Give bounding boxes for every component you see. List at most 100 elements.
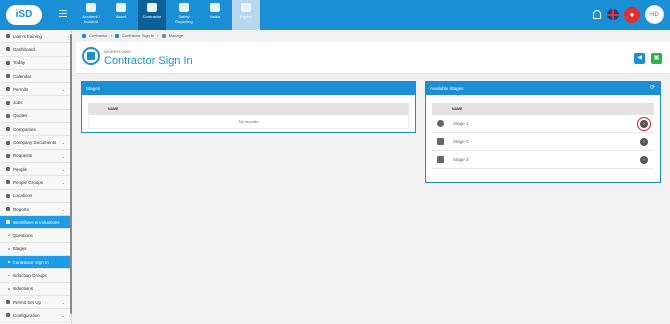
avatar[interactable]: HD [645,5,664,24]
uk-flag-icon[interactable] [607,9,619,20]
bell-icon[interactable] [593,10,601,19]
nav-tab-safety-reporting[interactable]: Safety Reporting [170,0,198,30]
nav-tab-label: Safety Reporting [175,14,193,24]
sidebar-item-label: Workflows & Inductions [13,219,60,225]
sidebar-item-inductions[interactable]: Inductions [0,283,71,296]
add-stage-button[interactable]: › [637,117,651,131]
sidebar-item-label: Stages [12,246,27,252]
sidebar-item-jobs[interactable]: Jobs [0,96,71,110]
sidebar-item-calendar[interactable]: Calendar [0,70,71,84]
isd-logo[interactable]: iSD [6,5,42,25]
chevron-icon[interactable]: ⌄ [62,180,65,185]
bullet-icon [8,261,10,263]
refresh-icon[interactable]: ⟳ [650,82,655,95]
chevron-icon[interactable]: ⌄ [62,300,65,305]
sidebar-item-stages[interactable]: Stages [0,243,71,257]
breadcrumb-separator: › [110,33,113,38]
chevron-icon[interactable]: ⌄ [62,313,65,318]
page-subtitle: WORKFLOWS [104,49,131,54]
safety-icon [179,3,189,12]
nav-tab-accident-incident[interactable]: Accident / Incident [78,0,104,30]
menu-toggle-icon[interactable] [59,10,67,18]
sidebar-item-companies[interactable]: Companies [0,123,71,137]
chevron-icon[interactable]: ⌄ [62,87,65,92]
stage-row: Stage 1 › [432,115,654,133]
chevron-icon[interactable]: ⌃ [62,220,65,225]
chevron-icon[interactable]: ⌄ [62,167,65,172]
sidebar-item-permits[interactable]: Permits ⌄ [0,83,71,97]
sidebar-item-quotes[interactable]: Quotes [0,110,71,124]
sidebar-item-label: Dashboard [13,46,36,52]
sidebar-item-configuration[interactable]: Configuration ⌄ [0,309,71,323]
bullet-icon [8,248,10,250]
sidebar-item-label: Configuration [13,312,40,318]
add-stage-button[interactable]: › [640,156,648,164]
sidebar-item-label: Requests [13,153,33,159]
chevron-icon[interactable]: ⌄ [62,140,65,145]
sidebar-item-contractor-sign-in[interactable]: Contractor Sign In [0,256,71,270]
workflow-icon [82,47,100,65]
jobs-icon [6,100,10,105]
reports-icon [6,207,10,211]
stages-panel: Stages NAME No records [81,81,416,133]
sidebar-item-questions[interactable]: Questions [0,229,71,243]
workflows-icon [6,220,10,225]
configuration-icon [6,313,10,318]
sidebar-item-label: Companies [13,126,36,132]
sidebar-item-permit-set-up[interactable]: Permit Set Up ⌄ [0,296,71,310]
sidebar-item-requests[interactable]: Requests ⌄ [0,150,71,163]
accident-icon [86,3,96,12]
sidebar-item-today[interactable]: Today [0,57,71,70]
sidebar-item-locations[interactable]: Locations [0,190,71,203]
requests-icon [6,153,10,158]
pencil-icon [161,33,166,38]
today-icon [6,60,10,65]
page-header: WORKFLOWS Contractor Sign In ◀ ▣ [76,42,670,74]
sidebar-item-company-documents[interactable]: Company Documents ⌄ [0,136,71,150]
add-stage-button[interactable]: › [640,138,648,146]
sidebar-item-reports[interactable]: Reports ⌄ [0,203,71,217]
chevron-icon[interactable]: ⌄ [62,154,65,159]
nav-tab-visitor[interactable]: Visitor [202,0,228,30]
sidebar-item-liam-s-training[interactable]: Liam's training [0,30,71,44]
locations-icon [6,193,10,198]
drop-icon[interactable]: ● [624,7,640,23]
sidebar-item-label: Induction Groups [12,272,47,278]
dashboard-icon [6,47,10,52]
page-title: Contractor Sign In [104,55,193,67]
back-button[interactable]: ◀ [634,53,645,64]
nav-tab-asset[interactable]: Asset [108,0,134,30]
sidebar-scrollbar[interactable] [70,34,72,314]
available-stages-header: Available Stages ⟳ [426,82,660,95]
payroll-icon [241,3,251,12]
check-circle-icon [437,120,444,127]
sidebar-item-workflows-inductions[interactable]: Workflows & Inductions ⌃ [0,216,71,230]
sidebar-item-label: Today [13,60,26,66]
sidebar-item-people[interactable]: People ⌄ [0,163,71,177]
stages-panel-title: Stages [82,82,415,95]
sidebar-item-label: Quotes [13,113,28,119]
stage-label: Stage 1 [453,121,469,126]
nav-tab-contractor[interactable]: Contractor [138,0,166,30]
no-records-text: No records [88,115,409,129]
breadcrumb-item-manage: Manage [168,33,184,38]
documents-icon [6,140,10,145]
sidebar-item-people-groups[interactable]: People Groups ⌄ [0,176,71,190]
save-button[interactable]: ▣ [651,53,662,64]
home-icon[interactable] [82,33,86,38]
chevron-icon[interactable]: ⌄ [62,207,65,212]
building-icon [437,156,444,163]
stage-row: Stage 3 › [432,151,654,169]
breadcrumb-item-contractor-sign-in[interactable]: Contractor Sign In [122,33,154,38]
nav-tab-label: Contractor [142,14,162,19]
nav-tab-payroll[interactable]: Payroll [232,0,260,30]
available-stages-title: Available Stages [430,86,464,91]
top-navigation-bar: iSD Accident / Incident Asset Contractor… [0,0,670,30]
visitor-icon [210,3,220,12]
training-icon [6,34,10,39]
sidebar-item-dashboard[interactable]: Dashboard [0,43,71,57]
available-column-name: NAME [432,103,654,115]
sidebar-item-label: Jobs [13,100,23,106]
sidebar-item-induction-groups[interactable]: Induction Groups [0,269,71,283]
breadcrumb-item-contractor[interactable]: Contractor [89,33,108,38]
